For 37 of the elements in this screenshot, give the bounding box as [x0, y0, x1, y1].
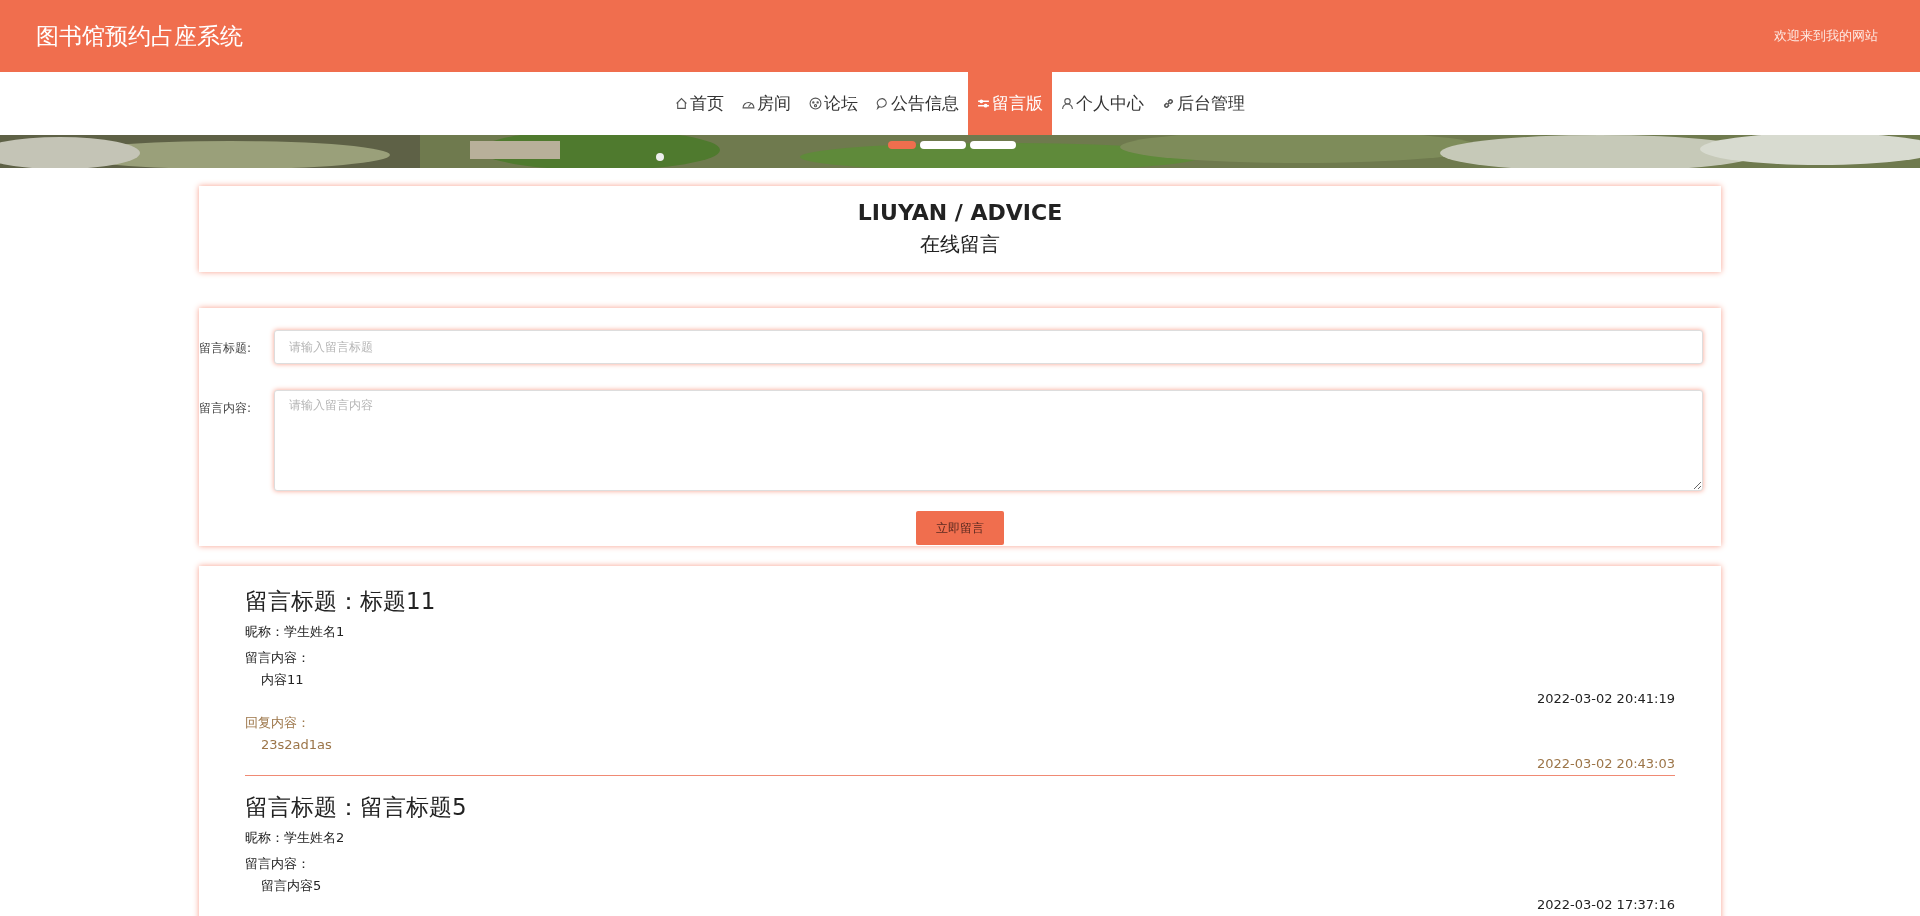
- content-text-area[interactable]: 请输入留言内容: [274, 390, 1703, 491]
- face-icon: [809, 97, 822, 110]
- submit-button[interactable]: 立即留言: [916, 511, 1004, 545]
- welcome-text: 欢迎来到我的网站: [1774, 27, 1878, 45]
- site-title: 图书馆预约占座系统: [36, 21, 243, 51]
- message-time: 2022-03-02 17:37:16: [1535, 897, 1675, 912]
- content-label: 留言内容：: [245, 855, 311, 873]
- message-title: 留言标题：留言标题5: [245, 793, 468, 822]
- carousel-indicator[interactable]: [920, 141, 966, 149]
- nickname-text: 昵称：学生姓名1: [245, 623, 346, 641]
- message-content: 留言内容5: [260, 877, 323, 895]
- user-icon: [1061, 97, 1074, 110]
- field-label: 留言标题:: [199, 340, 253, 357]
- chat-bubble-icon: [876, 97, 889, 110]
- field-label: 留言内容:: [199, 400, 253, 417]
- nickname-text: 昵称：学生姓名2: [245, 829, 346, 847]
- message-title: 留言标题：标题11: [245, 587, 437, 616]
- nav-tab[interactable]: 公告信息: [867, 72, 968, 135]
- home-icon: [675, 97, 688, 110]
- content-label: 留言内容：: [245, 649, 311, 667]
- section-subtitle: 在线留言: [920, 231, 1000, 258]
- nav-tab[interactable]: 后台管理: [1153, 72, 1254, 135]
- message-content: 内容11: [260, 671, 305, 689]
- carousel-indicator[interactable]: [888, 141, 916, 149]
- link-icon: [1162, 97, 1175, 110]
- message-time: 2022-03-02 20:41:19: [1535, 691, 1675, 706]
- nav-tab[interactable]: 个人中心: [1052, 72, 1153, 135]
- reply-label: 回复内容：: [245, 714, 311, 732]
- reply-content: 23s2ad1as: [260, 736, 333, 754]
- sliders-icon: [977, 97, 990, 110]
- reply-time: 2022-03-02 20:43:03: [1535, 756, 1675, 771]
- section-title: LIUYAN / ADVICE: [857, 200, 1063, 225]
- carousel-indicator[interactable]: [970, 141, 1016, 149]
- title-input-field[interactable]: 请输入留言标题: [274, 330, 1703, 364]
- nav-tab[interactable]: 论坛: [800, 72, 867, 135]
- nav-tab[interactable]: 首页: [666, 72, 733, 135]
- nav-tab[interactable]: 房间: [733, 72, 800, 135]
